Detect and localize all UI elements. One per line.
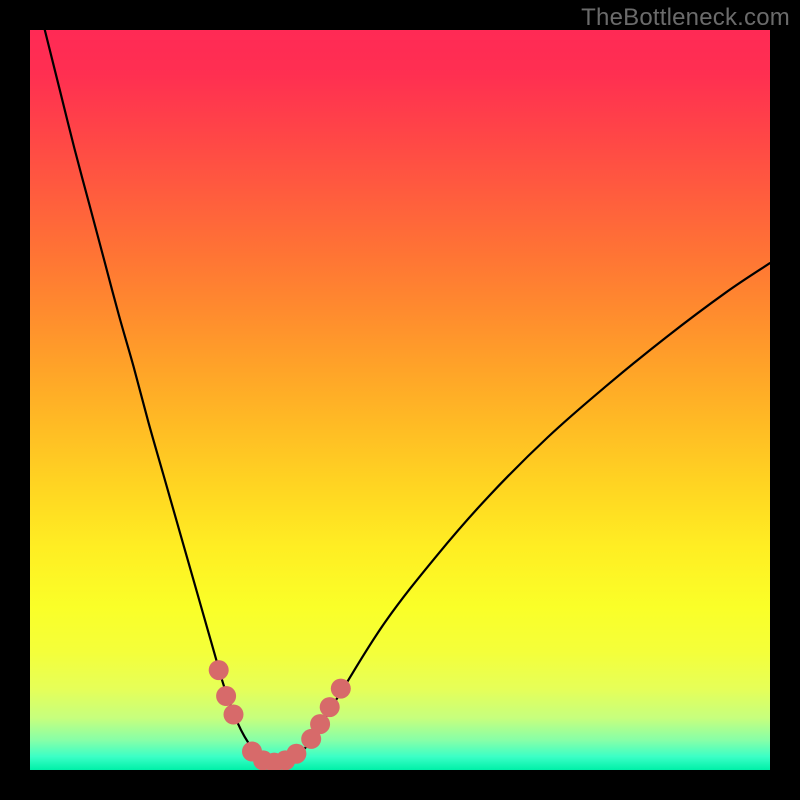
marker-trough-5 — [286, 744, 306, 764]
bottleneck-curve — [45, 30, 770, 763]
marker-right-cluster-3 — [320, 697, 340, 717]
marker-right-cluster-4 — [331, 679, 351, 699]
chart-frame: TheBottleneck.com — [0, 0, 800, 800]
marker-left-cluster-3 — [224, 705, 244, 725]
plot-area — [30, 30, 770, 770]
marker-left-cluster-1 — [209, 660, 229, 680]
marker-left-cluster-2 — [216, 686, 236, 706]
watermark-text: TheBottleneck.com — [581, 4, 790, 32]
curve-layer — [30, 30, 770, 770]
marker-right-cluster-2 — [310, 714, 330, 734]
marker-group — [209, 660, 351, 770]
